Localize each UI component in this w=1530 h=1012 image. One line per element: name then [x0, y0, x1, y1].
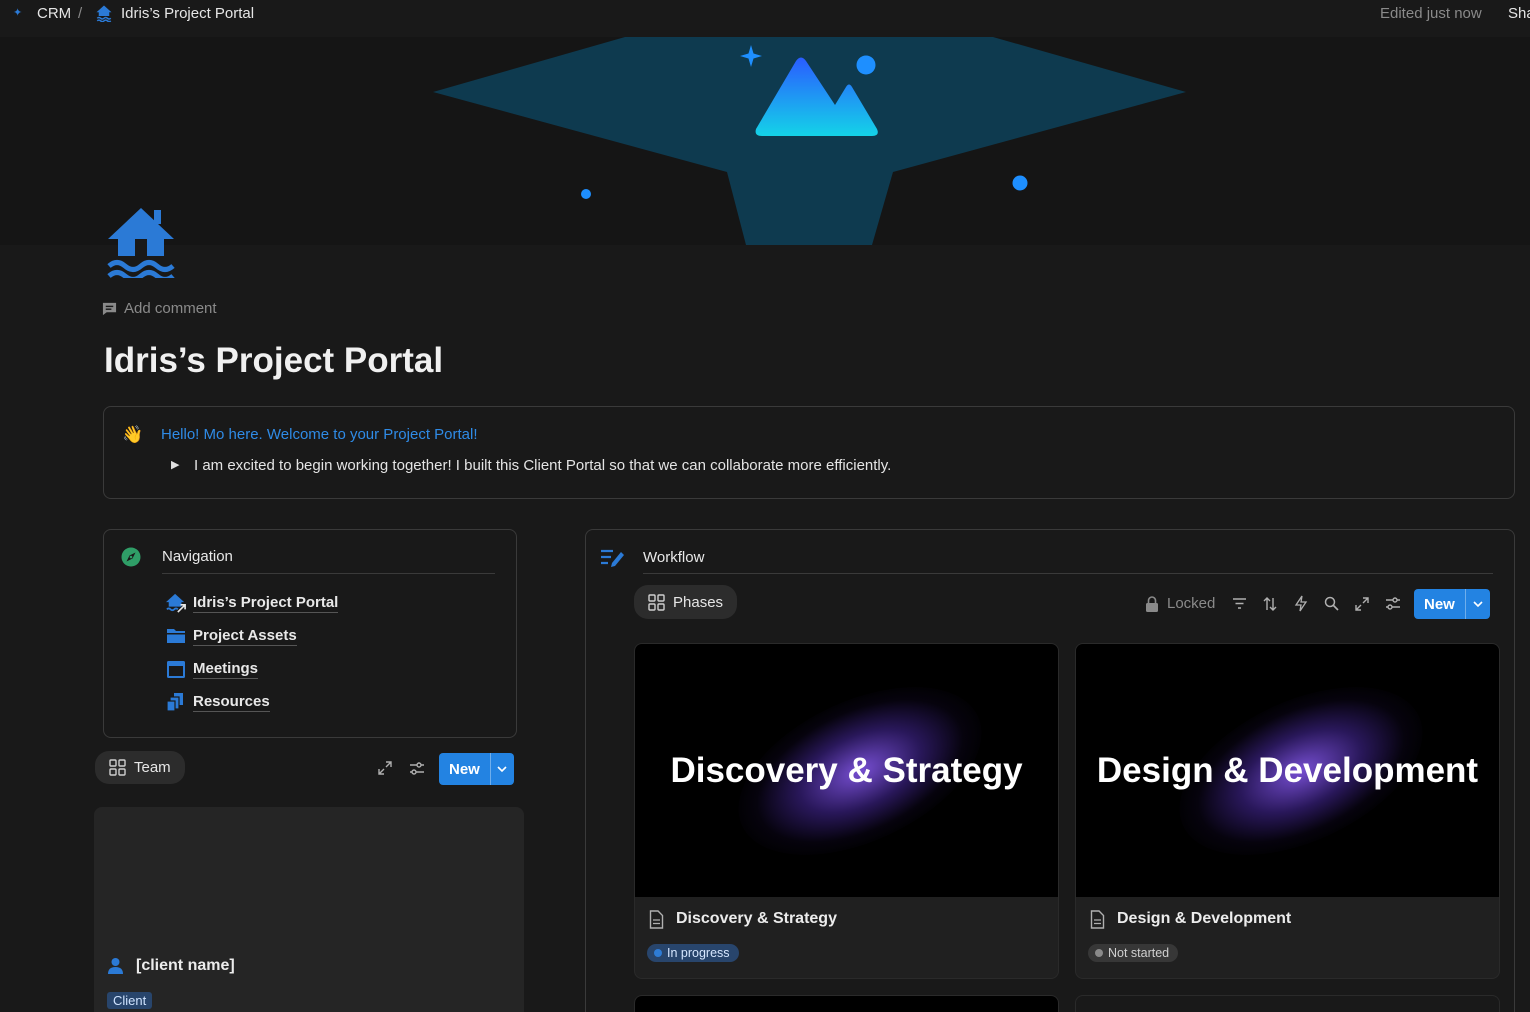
team-view-tab[interactable]: Team	[95, 751, 185, 784]
sort-icon[interactable]	[1262, 596, 1278, 612]
phase-cover-text: Design & Development	[1096, 750, 1479, 790]
workflow-divider	[643, 573, 1493, 574]
workflow-heading: Workflow	[643, 549, 705, 566]
breadcrumb-crm[interactable]: CRM	[37, 5, 71, 22]
nav-item-label: Idris’s Project Portal	[193, 593, 339, 613]
welcome-callout: 👋 Hello! Mo here. Welcome to your Projec…	[103, 406, 1515, 499]
expand-icon[interactable]	[377, 760, 393, 776]
team-card-name: [client name]	[136, 957, 235, 974]
team-new-button[interactable]: New	[439, 753, 514, 785]
phase-card-next-2[interactable]	[1075, 995, 1500, 1012]
workspace-sparkle-icon: ✦	[13, 7, 23, 19]
phase-card-discovery[interactable]: Discovery & Strategy Discovery & Strateg…	[634, 643, 1059, 979]
lock-icon	[1145, 595, 1159, 612]
settings-sliders-icon[interactable]	[1385, 596, 1401, 612]
team-card[interactable]: [client name] Client	[94, 807, 524, 1012]
callout-toggle-text[interactable]: I am excited to begin working together! …	[194, 457, 891, 474]
breadcrumb-page[interactable]: Idris’s Project Portal	[121, 5, 254, 22]
phase-card-cover: Discovery & Strategy	[635, 644, 1058, 897]
calendar-icon	[165, 659, 187, 679]
client-tag: Client	[107, 992, 153, 1009]
chevron-down-icon[interactable]	[489, 753, 514, 785]
phase-card-cover: Design & Development	[1076, 644, 1499, 897]
nav-item-label: Project Assets	[193, 626, 297, 646]
search-icon[interactable]	[1324, 596, 1339, 611]
team-new-label: New	[449, 760, 480, 778]
share-button-clip: Share	[1508, 0, 1530, 28]
chevron-down-icon[interactable]	[1464, 589, 1490, 619]
phases-view-label: Phases	[673, 593, 724, 611]
page-house-icon[interactable]	[106, 206, 176, 282]
status-badge: In progress	[647, 944, 739, 962]
folder-icon	[165, 626, 187, 646]
add-comment-button[interactable]: Add comment	[102, 300, 217, 317]
nav-item-label: Resources	[193, 692, 270, 712]
gallery-icon	[109, 759, 126, 776]
share-button[interactable]: Share	[1508, 5, 1530, 22]
nav-item-project-portal[interactable]: Idris’s Project Portal	[165, 593, 339, 613]
navigation-heading: Navigation	[162, 548, 233, 565]
navigation-divider	[162, 573, 495, 574]
stacked-docs-icon	[165, 692, 187, 712]
status-label: Not started	[1108, 946, 1170, 960]
callout-heading: Hello! Mo here. Welcome to your Project …	[161, 426, 478, 443]
nav-item-resources[interactable]: Resources	[165, 692, 270, 712]
navigation-panel: Navigation Idris’s Project Portal Projec…	[103, 529, 517, 738]
settings-sliders-icon[interactable]	[409, 761, 425, 777]
phase-cover-text: Discovery & Strategy	[670, 750, 1023, 790]
expand-icon[interactable]	[1354, 596, 1370, 612]
workflow-new-button[interactable]: New	[1414, 589, 1490, 619]
phase-card-title: Design & Development	[1117, 910, 1292, 927]
status-dot	[654, 949, 662, 957]
workflow-new-label: New	[1424, 595, 1455, 613]
nav-item-label: Meetings	[193, 659, 259, 679]
locked-label: Locked	[1167, 595, 1216, 612]
page-doc-icon	[1090, 910, 1105, 929]
nav-item-meetings[interactable]: Meetings	[165, 659, 259, 679]
house-icon	[95, 4, 113, 23]
toggle-triangle-icon[interactable]: ▶	[171, 458, 179, 471]
phases-view-tab[interactable]: Phases	[634, 585, 738, 619]
page-doc-icon	[649, 910, 664, 929]
person-icon	[107, 957, 124, 975]
compass-icon	[121, 547, 141, 567]
waving-hand-icon: 👋	[122, 425, 144, 444]
status-dot	[1095, 949, 1103, 957]
breadcrumb-separator: /	[78, 5, 83, 22]
status-badge: Not started	[1088, 944, 1179, 962]
status-label: In progress	[667, 946, 730, 960]
workflow-edit-icon	[600, 547, 626, 567]
automation-bolt-icon[interactable]	[1294, 595, 1308, 612]
nav-item-project-assets[interactable]: Project Assets	[165, 626, 297, 646]
team-view-label: Team	[134, 759, 171, 776]
add-comment-label: Add comment	[124, 300, 217, 317]
locked-indicator[interactable]: Locked	[1145, 595, 1215, 612]
edited-status: Edited just now	[1380, 5, 1482, 22]
filter-icon[interactable]	[1232, 596, 1247, 611]
top-bar: ✦ CRM / Idris’s Project Portal Edited ju…	[0, 0, 1530, 28]
comment-icon	[102, 301, 117, 316]
phase-card-title: Discovery & Strategy	[676, 910, 837, 927]
phase-card-next-1[interactable]	[634, 995, 1059, 1012]
page-title[interactable]: Idris’s Project Portal	[104, 341, 443, 381]
gallery-icon	[648, 593, 665, 611]
cover-image[interactable]	[0, 37, 1530, 245]
phase-card-design[interactable]: Design & Development Design & Developmen…	[1075, 643, 1500, 979]
house-icon	[165, 593, 187, 613]
cover-illustration	[433, 37, 1186, 245]
